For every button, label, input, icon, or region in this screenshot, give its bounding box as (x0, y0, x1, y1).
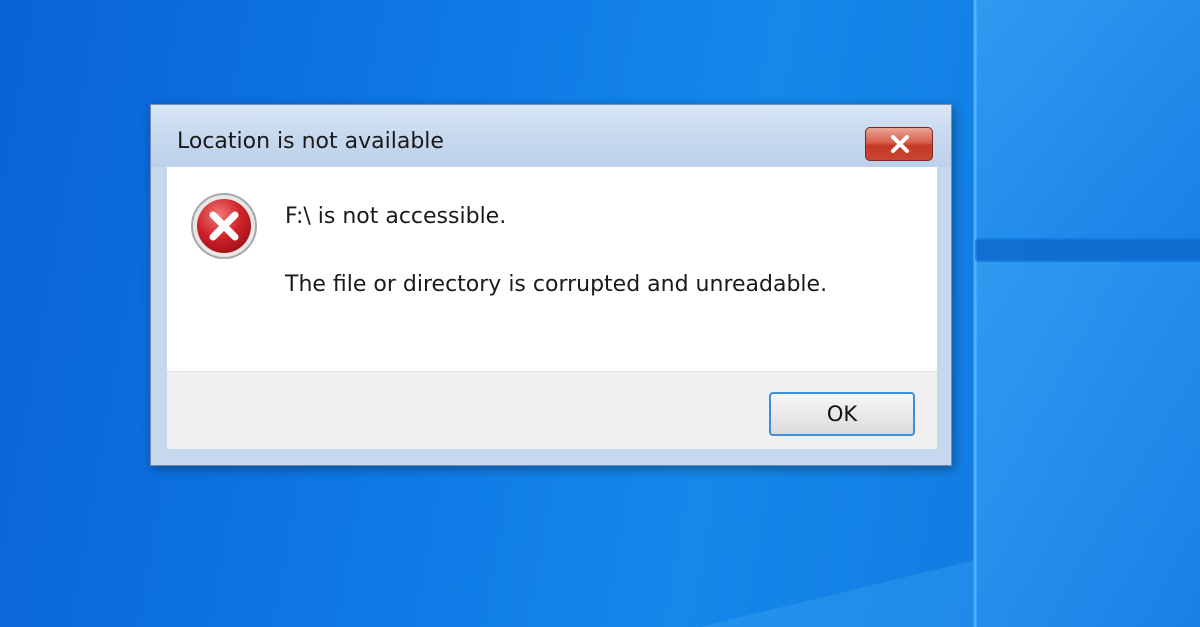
error-dialog: Location is not available F:\ is not acc… (150, 104, 952, 466)
ok-button[interactable]: OK (769, 392, 915, 436)
error-detail: The file or directory is corrupted and u… (285, 272, 828, 297)
dialog-content: F:\ is not accessible. The file or direc… (167, 167, 937, 371)
dialog-titlebar[interactable]: Location is not available (151, 105, 951, 167)
dialog-footer: OK (167, 371, 937, 449)
dialog-title: Location is not available (177, 129, 444, 154)
error-message: F:\ is not accessible. (285, 204, 507, 229)
close-icon (891, 135, 909, 153)
error-icon (191, 193, 257, 259)
close-button[interactable] (865, 127, 933, 161)
